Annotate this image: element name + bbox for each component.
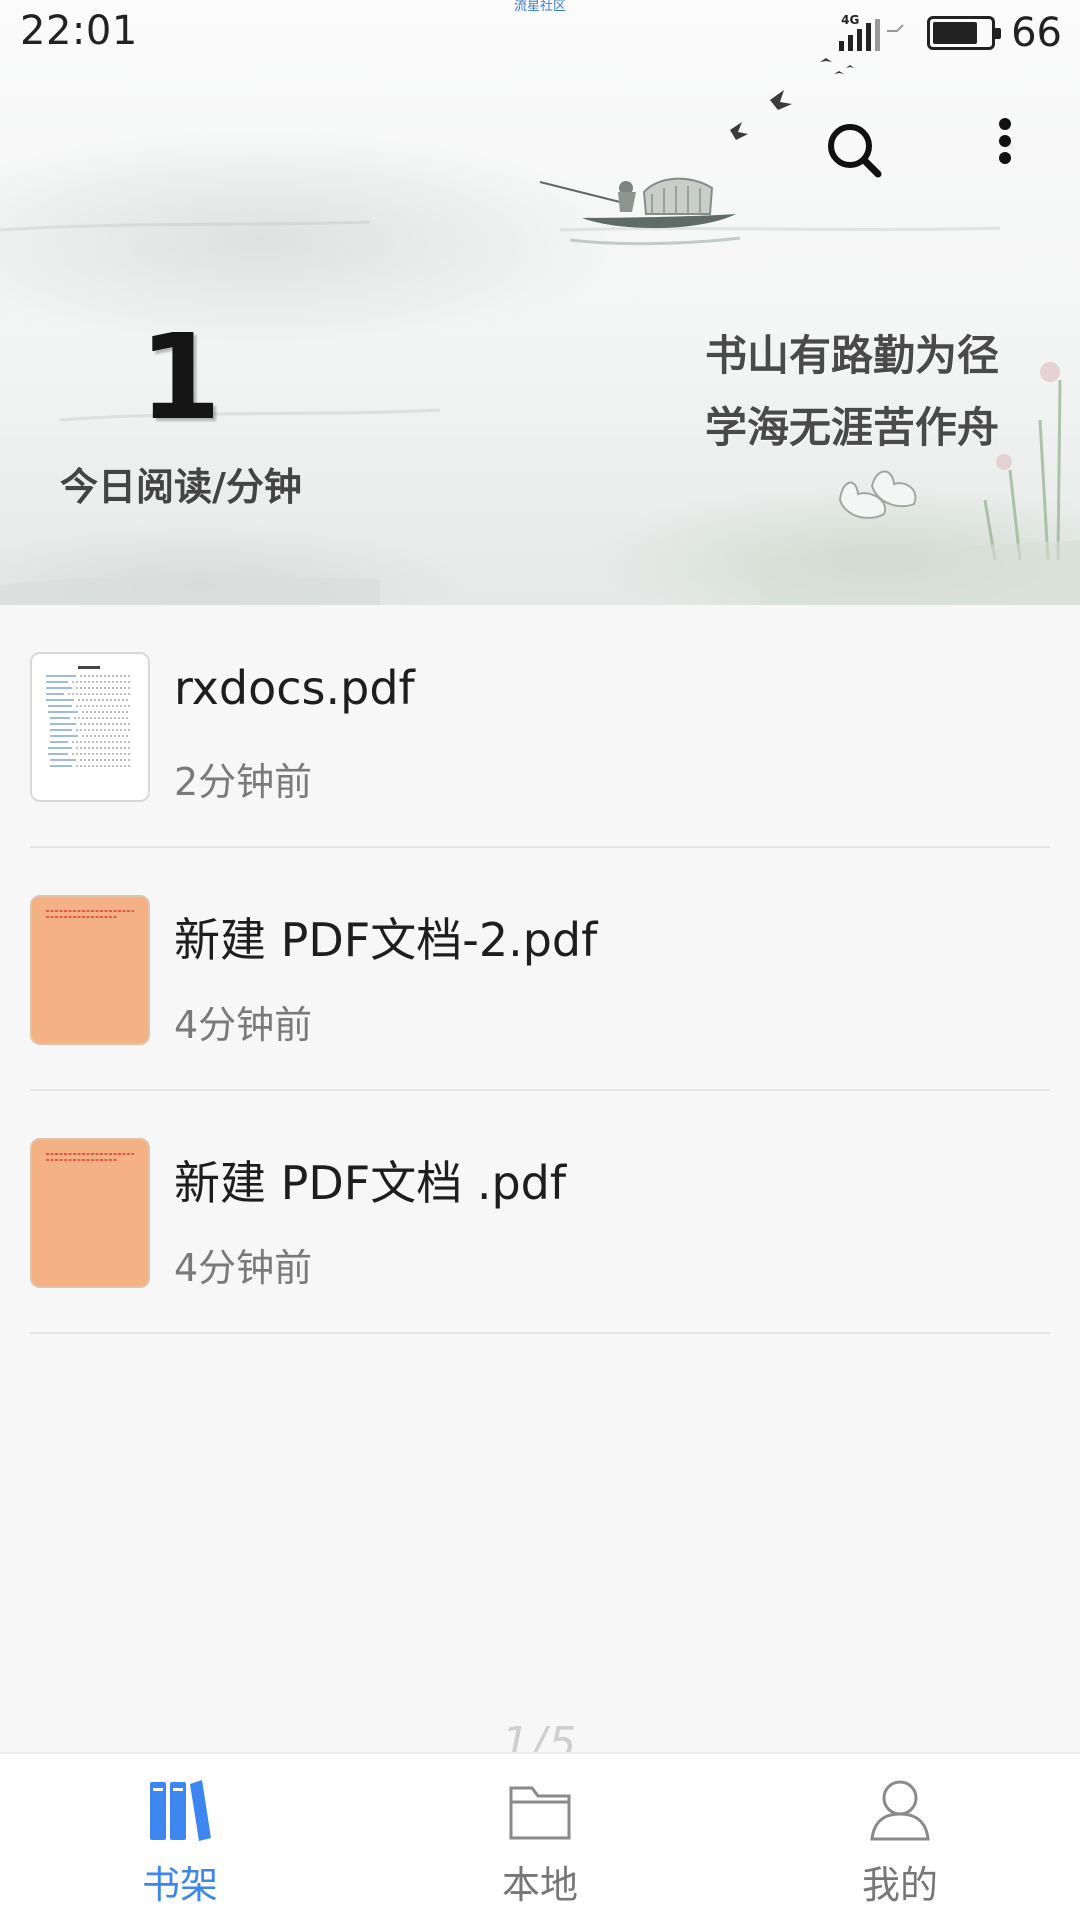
book-title: rxdocs.pdf (174, 661, 415, 715)
status-icons: 4G 66 (837, 8, 1062, 58)
motto-line-2: 学海无涯苦作舟 (705, 403, 1000, 452)
tab-label: 本地 (501, 1863, 578, 1907)
tab-label: 书架 (141, 1863, 218, 1907)
network-type: 4G (841, 13, 860, 27)
book-cover-thumbnail (30, 1138, 150, 1288)
header-banner: 流星社区 22:01 4G 66 1 今日阅读/分钟 书山有路勤为径 学海无涯苦… (0, 0, 1080, 605)
motto: 书山有路勤为径 学海无涯苦作舟 (705, 320, 999, 464)
bookshelf-screen: 流星社区 22:01 4G 66 1 今日阅读/分钟 书山有路勤为径 学海无涯苦… (0, 0, 1080, 1920)
bookshelf-icon (150, 1780, 211, 1841)
search-icon (828, 124, 882, 178)
user-icon (870, 1780, 930, 1841)
book-list: rxdocs.pdf 2分钟前 新建 PDF文档-2.pdf 4分钟前 新建 P… (0, 605, 1080, 1334)
today-read-label: 今日阅读/分钟 (60, 465, 302, 509)
book-last-read-time: 4分钟前 (174, 1003, 313, 1047)
signal-icon: 4G (837, 11, 917, 55)
book-item[interactable]: rxdocs.pdf 2分钟前 (0, 605, 1080, 848)
boat (539, 177, 741, 246)
tab-local[interactable]: 本地 (360, 1754, 720, 1920)
tab-mine[interactable]: 我的 (720, 1754, 1080, 1920)
swans (838, 470, 917, 519)
list-divider (30, 1332, 1050, 1334)
book-item[interactable]: 新建 PDF文档 .pdf 4分钟前 (0, 1091, 1080, 1334)
book-item[interactable]: 新建 PDF文档-2.pdf 4分钟前 (0, 848, 1080, 1091)
tab-label: 我的 (861, 1863, 938, 1907)
book-title: 新建 PDF文档-2.pdf (174, 913, 598, 967)
search-button[interactable] (820, 116, 890, 186)
book-last-read-time: 2分钟前 (174, 760, 313, 804)
today-read-minutes: 1 (138, 308, 222, 446)
book-title: 新建 PDF文档 .pdf (174, 1156, 567, 1210)
tab-bookshelf[interactable]: 书架 (0, 1754, 360, 1920)
battery-level: 66 (1011, 10, 1062, 56)
more-vertical-icon (999, 118, 1011, 164)
book-cover-thumbnail (30, 895, 150, 1045)
folder-icon (509, 1786, 571, 1840)
book-last-read-time: 4分钟前 (174, 1246, 313, 1290)
battery-icon (927, 16, 1002, 50)
status-time: 22:01 (20, 8, 138, 54)
motto-line-1: 书山有路勤为径 (705, 331, 1000, 380)
ink-landscape-illustration (0, 58, 1080, 605)
battery-fill (933, 22, 978, 44)
bottom-navigation: 书架 本地 我的 (0, 1752, 1080, 1920)
book-cover-thumbnail (30, 652, 150, 802)
more-options-button[interactable] (975, 112, 1035, 186)
